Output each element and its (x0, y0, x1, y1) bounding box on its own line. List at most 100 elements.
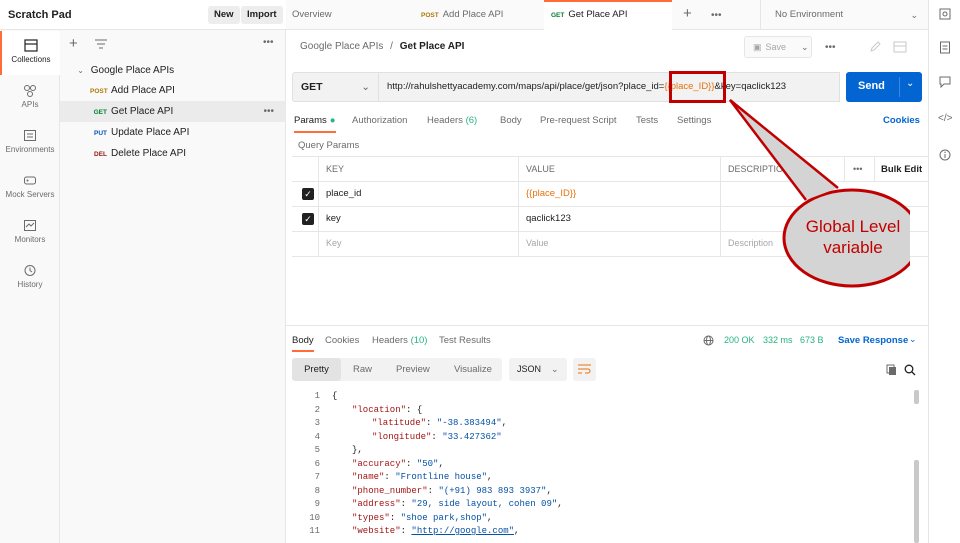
param-value[interactable]: qaclick123 (526, 213, 571, 224)
sidebar-rail: Collections APIs Environments Mock Serve… (0, 30, 60, 543)
send-dropdown-chevron-icon[interactable]: ⌄ (906, 78, 914, 89)
response-tab-cookies[interactable]: Cookies (325, 335, 359, 346)
code-line: 1{ (300, 390, 920, 404)
code-line: 6 "accuracy": "50", (300, 458, 920, 472)
request-item-update-place[interactable]: PUT Update Place API (60, 122, 286, 143)
line-number: 9 (314, 499, 320, 509)
json-punct: }, (352, 445, 363, 455)
view-visualize[interactable]: Visualize (454, 364, 492, 375)
plus-icon[interactable]: + (69, 35, 78, 52)
code-line: 5}, (300, 444, 920, 458)
filter-icon[interactable] (95, 39, 107, 49)
code-line: 2 "location": { (300, 404, 920, 418)
rail-history[interactable]: History (0, 256, 60, 300)
tab-get-place[interactable]: GET Get Place API (544, 0, 672, 30)
line-number: 11 (309, 526, 320, 536)
tabs-more-icon[interactable]: ••• (711, 10, 722, 21)
param-key[interactable]: key (326, 213, 341, 224)
copy-icon[interactable] (886, 364, 897, 376)
layout-icon[interactable] (893, 41, 907, 53)
more-icon[interactable]: ••• (263, 37, 274, 48)
response-tab-body[interactable]: Body (292, 335, 314, 346)
collections-icon (24, 39, 38, 52)
save-button[interactable]: ▣ Save ⌄ (744, 36, 812, 58)
json-punct: : { (406, 404, 423, 415)
method-badge: DEL (94, 151, 107, 158)
tab-settings[interactable]: Settings (677, 115, 711, 126)
view-preview[interactable]: Preview (396, 364, 430, 375)
rail-label: APIs (21, 100, 39, 109)
chevron-down-icon[interactable]: ⌄ (909, 334, 917, 345)
rail-environments[interactable]: Environments (0, 121, 60, 165)
tab-add-place[interactable]: POST Add Place API (414, 0, 544, 30)
code-line: 4 "longitude": "33.427362" (300, 431, 920, 445)
scrollbar-thumb[interactable] (914, 460, 919, 543)
comments-icon[interactable] (939, 76, 951, 88)
response-tab-test-results[interactable]: Test Results (439, 335, 491, 346)
search-icon[interactable] (904, 364, 916, 376)
scrollbar-thumb[interactable] (914, 390, 919, 404)
import-button[interactable]: Import (241, 6, 283, 24)
json-punct: , (501, 418, 508, 428)
line-number: 1 (314, 391, 320, 401)
callout-line-1: Global Level (805, 217, 901, 236)
tab-headers[interactable]: Headers (6) (427, 115, 477, 126)
json-punct: , (557, 499, 563, 509)
request-item-add-place[interactable]: POST Add Place API (60, 80, 286, 101)
method-badge: POST (90, 88, 108, 95)
info-icon[interactable] (939, 149, 951, 161)
rail-apis[interactable]: APIs (0, 76, 60, 120)
request-item-get-place[interactable]: GET Get Place API ••• (60, 101, 286, 122)
wrap-lines-button[interactable] (573, 358, 596, 381)
tab-body[interactable]: Body (500, 115, 522, 126)
environment-quick-look-icon[interactable] (939, 8, 951, 20)
new-key-input[interactable]: Key (326, 238, 342, 248)
request-item-delete-place[interactable]: DEL Delete Place API (60, 143, 286, 164)
code-icon[interactable]: </> (938, 113, 952, 124)
param-key[interactable]: place_id (326, 188, 361, 199)
json-punct: { (332, 391, 338, 401)
format-select[interactable]: JSON ⌄ (509, 358, 567, 381)
workspace-title[interactable]: Scratch Pad (8, 9, 72, 21)
active-tab-underline (294, 131, 336, 133)
collection-folder[interactable]: ⌄ Google Place APIs (60, 61, 286, 81)
documentation-icon[interactable] (939, 41, 951, 54)
tab-params[interactable]: Params ● (294, 115, 335, 126)
tab-tests[interactable]: Tests (636, 115, 658, 126)
rail-mock-servers[interactable]: Mock Servers (0, 166, 60, 210)
new-value-input[interactable]: Value (526, 238, 548, 248)
tab-pre-request-script[interactable]: Pre-request Script (540, 115, 617, 126)
response-tab-headers[interactable]: Headers (10) (372, 335, 427, 346)
format-label: JSON (517, 364, 542, 374)
callout-bubble (729, 99, 910, 288)
more-icon[interactable]: ••• (263, 101, 274, 122)
method-select[interactable]: GET ⌄ (292, 72, 379, 102)
rail-collections[interactable]: Collections (0, 31, 60, 75)
view-pretty[interactable]: Pretty (292, 358, 341, 381)
collection-name: Google Place APIs (90, 65, 175, 76)
request-more-icon[interactable]: ••• (825, 42, 836, 53)
breadcrumb-parent[interactable]: Google Place APIs (300, 41, 383, 52)
new-button[interactable]: New (208, 6, 240, 24)
rail-monitors[interactable]: Monitors (0, 211, 60, 255)
response-body[interactable]: 1{2 "location": {3 "latitude": "-38.383494… (300, 390, 920, 543)
edit-icon[interactable] (869, 41, 881, 53)
param-value[interactable]: {{place_ID}} (526, 188, 576, 199)
environment-select[interactable]: No Environment ⌄ (760, 0, 928, 30)
param-checkbox[interactable]: ✓ (302, 188, 314, 200)
callout-text: Global Level variable (786, 216, 920, 258)
json-punct: : (426, 418, 437, 428)
globe-icon[interactable] (703, 335, 714, 346)
new-tab-plus-icon[interactable]: + (683, 5, 692, 22)
send-label: Send (858, 80, 885, 92)
request-name: Get Place API (111, 106, 174, 117)
breadcrumb: Google Place APIs / Get Place API (300, 41, 464, 52)
tab-overview[interactable]: Overview (286, 0, 414, 30)
save-response-button[interactable]: Save Response (838, 335, 908, 346)
response-size: 673 B (800, 335, 824, 345)
view-raw[interactable]: Raw (353, 364, 372, 375)
tab-authorization[interactable]: Authorization (352, 115, 407, 126)
param-checkbox[interactable]: ✓ (302, 213, 314, 225)
code-line: 11 "website": "http://google.com", (300, 525, 920, 539)
json-key: "latitude" (372, 418, 427, 428)
